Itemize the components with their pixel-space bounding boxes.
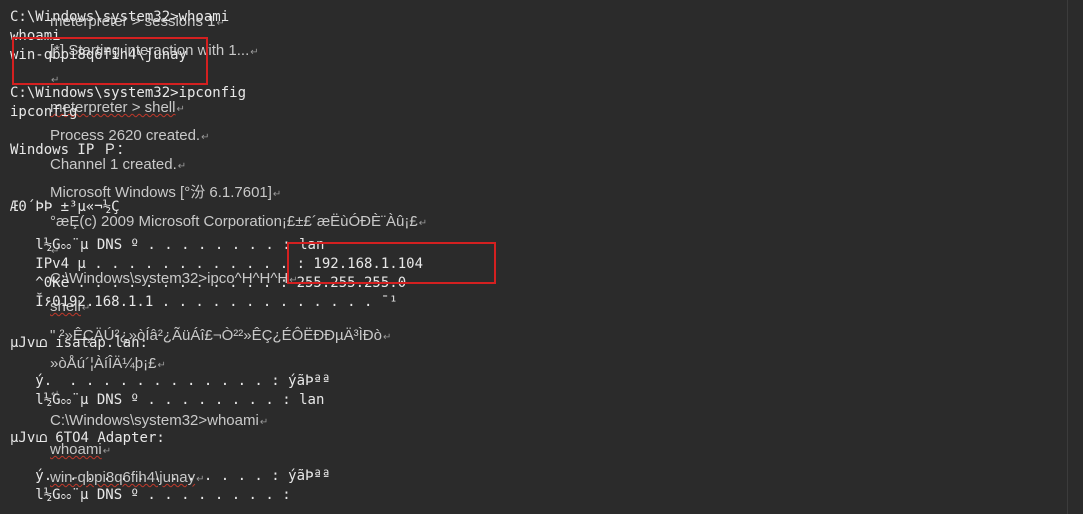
- terminal-line: C:\Windows\system32>ipconfig: [10, 85, 247, 101]
- terminal-line: ý. . . . . . . . . . . . . : ýãÞªª: [10, 373, 331, 389]
- terminal-line: µJvഥ isatap.lan:: [10, 335, 148, 351]
- terminal-line: Æ0´ÞÞ ±³µ«¬½Ç: [10, 199, 120, 215]
- terminal-line: µJvഥ 6TO4 Adapter:: [10, 430, 165, 446]
- highlight-box-username: [12, 37, 208, 85]
- terminal-line: C:\Windows\system32>whoami: [10, 9, 230, 25]
- terminal-line: l½Gೲ¨µ DNS º . . . . . . . . : lan: [10, 237, 325, 253]
- terminal-line: ý. . . . . . . . . . . . . : ýãÞªª: [10, 468, 331, 484]
- highlight-box-ipv4: [287, 242, 496, 284]
- terminal-line: Ĭ۶0192.168.1.1 . . . . . . . . . . . . .…: [10, 294, 398, 310]
- terminal-line: Windows IP Ｐ：: [10, 142, 131, 158]
- terminal-line: l½Gೲ¨µ DNS º . . . . . . . . :: [10, 487, 291, 503]
- document-view: meterpreter > sessions 1↵ [*] Starting i…: [0, 0, 1083, 514]
- terminal-line: l½Gೲ¨µ DNS º . . . . . . . . : lan: [10, 392, 325, 408]
- right-border: [1067, 0, 1068, 514]
- terminal-line: ipconfig: [10, 104, 78, 120]
